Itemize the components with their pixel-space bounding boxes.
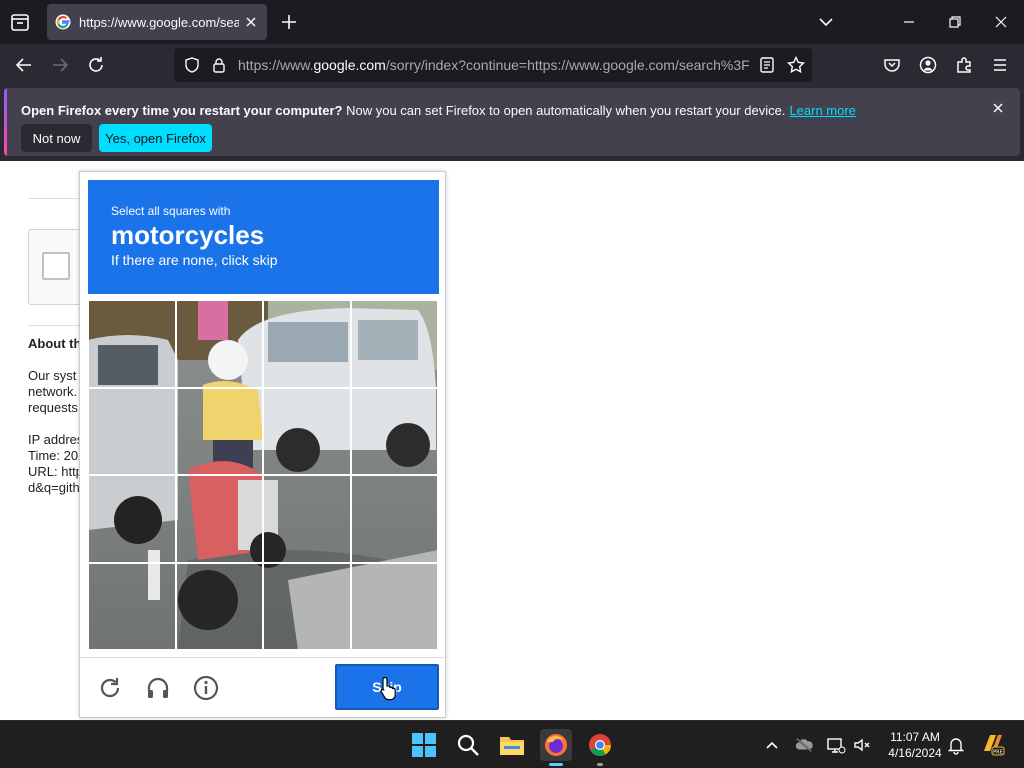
taskbar: 11:07 AM 4/16/2024 PRE: [0, 720, 1024, 768]
page-text-line: Time: 202: [28, 448, 86, 463]
tile-grid: [88, 300, 438, 650]
learn-more-link[interactable]: Learn more: [789, 103, 855, 118]
captcha-tile[interactable]: [175, 475, 263, 563]
challenge-target-object: motorcycles: [111, 220, 265, 250]
navigation-toolbar: https://www.google.com/sorry/index?conti…: [0, 44, 1024, 86]
page-text-line: requests: [28, 400, 78, 415]
page-text-line: network.: [28, 384, 78, 399]
file-explorer-icon[interactable]: [496, 729, 528, 761]
notification-accent: [4, 88, 7, 156]
hand-pointer-cursor-icon: [379, 675, 399, 701]
page-text-line: d&q=gith: [28, 480, 80, 495]
captcha-tile[interactable]: [88, 387, 176, 475]
page-text-line: Our syst: [28, 368, 77, 383]
running-app-indicator: [597, 763, 603, 766]
captcha-tile[interactable]: [263, 475, 351, 563]
clock-time: 11:07 AM: [890, 730, 940, 744]
notification-bar: Open Firefox every time you restart your…: [4, 88, 1020, 156]
firefox-icon[interactable]: [540, 729, 572, 761]
tab-strip: https://www.google.com/search: [0, 0, 1024, 44]
page-text-line: IP addres: [28, 432, 84, 447]
notification-title: Open Firefox every time you restart your…: [21, 103, 343, 118]
captcha-tile[interactable]: [350, 562, 438, 650]
captcha-tile[interactable]: [88, 300, 176, 388]
notification-body: Now you can set Firefox to open automati…: [342, 103, 786, 118]
svg-text:PRE: PRE: [993, 750, 1003, 756]
clock-date: 4/16/2024: [888, 746, 942, 760]
info-icon[interactable]: [192, 674, 220, 702]
system-clock[interactable]: 11:07 AM 4/16/2024: [880, 729, 950, 761]
shield-icon[interactable]: [183, 56, 201, 74]
challenge-image: [88, 300, 438, 650]
close-notification-icon[interactable]: [990, 100, 1006, 116]
active-app-indicator: [549, 763, 563, 766]
cloud-offline-icon[interactable]: [794, 735, 814, 755]
extensions-icon[interactable]: [951, 52, 977, 78]
network-icon[interactable]: [826, 735, 846, 755]
new-tab-icon[interactable]: [278, 11, 300, 33]
captcha-tile[interactable]: [175, 300, 263, 388]
star-icon[interactable]: [786, 55, 806, 75]
chevron-down-icon[interactable]: [815, 11, 837, 33]
captcha-tile[interactable]: [350, 300, 438, 388]
reader-view-icon[interactable]: [758, 56, 776, 74]
captcha-tile[interactable]: [175, 387, 263, 475]
chevron-up-icon[interactable]: [762, 735, 782, 755]
notification-message: Open Firefox every time you restart your…: [21, 103, 856, 118]
open-firefox-button[interactable]: Yes, open Firefox: [99, 124, 212, 152]
captcha-challenge-popup: Select all squares with motorcycles If t…: [79, 171, 446, 718]
divider: [80, 657, 445, 658]
back-arrow-icon[interactable]: [11, 52, 37, 78]
chrome-icon[interactable]: [584, 729, 616, 761]
close-window-icon[interactable]: [987, 8, 1015, 36]
notification-bar-area: Open Firefox every time you restart your…: [0, 86, 1024, 161]
refresh-icon[interactable]: [96, 674, 124, 702]
captcha-tile[interactable]: [263, 562, 351, 650]
headphones-icon[interactable]: [144, 674, 172, 702]
url-text[interactable]: https://www.google.com/sorry/index?conti…: [238, 57, 750, 73]
page-text-line: URL: http: [28, 464, 83, 479]
hamburger-menu-icon[interactable]: [987, 52, 1013, 78]
restore-icon[interactable]: [941, 8, 969, 36]
minimize-icon[interactable]: [895, 8, 923, 36]
reload-icon[interactable]: [83, 52, 109, 78]
volume-muted-icon[interactable]: [852, 735, 872, 755]
about-heading: About th: [28, 336, 82, 351]
bell-icon[interactable]: [946, 735, 966, 755]
google-favicon-icon: [55, 14, 71, 30]
windows-start-icon[interactable]: [408, 729, 440, 761]
recaptcha-checkbox[interactable]: [42, 252, 70, 280]
active-tab[interactable]: https://www.google.com/search: [47, 4, 267, 40]
search-icon[interactable]: [452, 729, 484, 761]
captcha-tile[interactable]: [350, 475, 438, 563]
pocket-icon[interactable]: [879, 52, 905, 78]
captcha-tile[interactable]: [263, 300, 351, 388]
challenge-hint: If there are none, click skip: [111, 252, 278, 268]
captcha-tile[interactable]: [88, 562, 176, 650]
tab-title: https://www.google.com/search: [79, 14, 239, 30]
firefox-view-icon[interactable]: [8, 10, 32, 34]
captcha-tile[interactable]: [175, 562, 263, 650]
copilot-icon[interactable]: PRE: [980, 731, 1006, 757]
account-icon[interactable]: [915, 52, 941, 78]
lock-icon[interactable]: [210, 56, 228, 74]
close-tab-icon[interactable]: [243, 14, 259, 30]
captcha-tile[interactable]: [350, 387, 438, 475]
challenge-instructions: Select all squares with motorcycles If t…: [88, 180, 439, 294]
captcha-tile[interactable]: [263, 387, 351, 475]
challenge-prompt: Select all squares with: [111, 204, 231, 218]
captcha-tile[interactable]: [88, 475, 176, 563]
forward-arrow-icon[interactable]: [47, 52, 73, 78]
address-bar[interactable]: https://www.google.com/sorry/index?conti…: [174, 48, 812, 82]
not-now-button[interactable]: Not now: [21, 124, 92, 152]
